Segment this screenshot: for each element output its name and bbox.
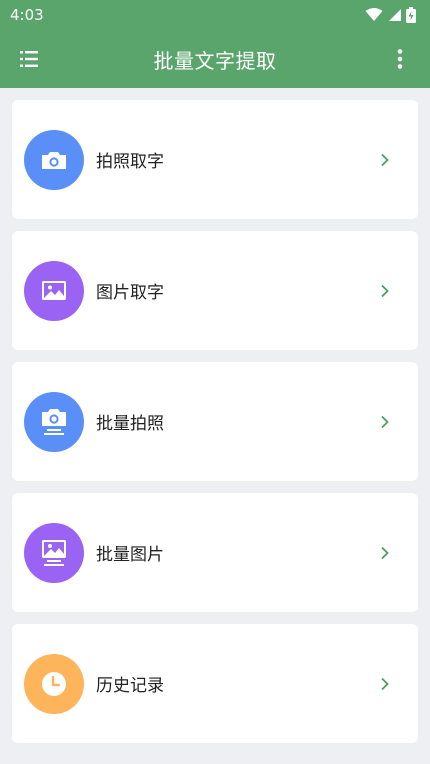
menu-item-batch-photo[interactable]: 批量拍照: [12, 362, 418, 481]
batch-camera-icon: [24, 391, 84, 452]
camera-icon: [24, 129, 84, 190]
battery-icon: [406, 7, 416, 23]
menu-item-label: 拍照取字: [96, 152, 164, 172]
menu-item-batch-image[interactable]: 批量图片: [12, 493, 418, 612]
menu-item-history[interactable]: 历史记录: [12, 624, 418, 743]
menu-item-photo-extract[interactable]: 拍照取字: [12, 100, 418, 219]
more-vertical-icon[interactable]: [388, 47, 412, 71]
menu-item-label: 批量拍照: [96, 414, 164, 434]
page-title: 批量文字提取: [153, 48, 277, 73]
image-icon: [24, 260, 84, 321]
status-bar: 4:03: [0, 0, 430, 30]
chevron-right-icon: [381, 677, 389, 690]
menu-item-label: 图片取字: [96, 283, 164, 303]
app-bar: 批量文字提取: [0, 30, 430, 88]
status-icons: [365, 7, 416, 23]
list-icon[interactable]: [18, 47, 42, 71]
menu-list: 拍照取字 图片取字 批量拍照 批量图片 历史记录: [0, 88, 430, 743]
signal-icon: [389, 9, 401, 21]
menu-item-image-extract[interactable]: 图片取字: [12, 231, 418, 350]
clock-icon: [24, 653, 84, 714]
chevron-right-icon: [381, 546, 389, 559]
chevron-right-icon: [381, 415, 389, 428]
menu-item-label: 批量图片: [96, 545, 164, 565]
wifi-icon: [365, 8, 383, 21]
chevron-right-icon: [381, 153, 389, 166]
status-time: 4:03: [10, 6, 44, 24]
batch-image-icon: [24, 522, 84, 583]
chevron-right-icon: [381, 284, 389, 297]
menu-item-label: 历史记录: [96, 676, 164, 696]
